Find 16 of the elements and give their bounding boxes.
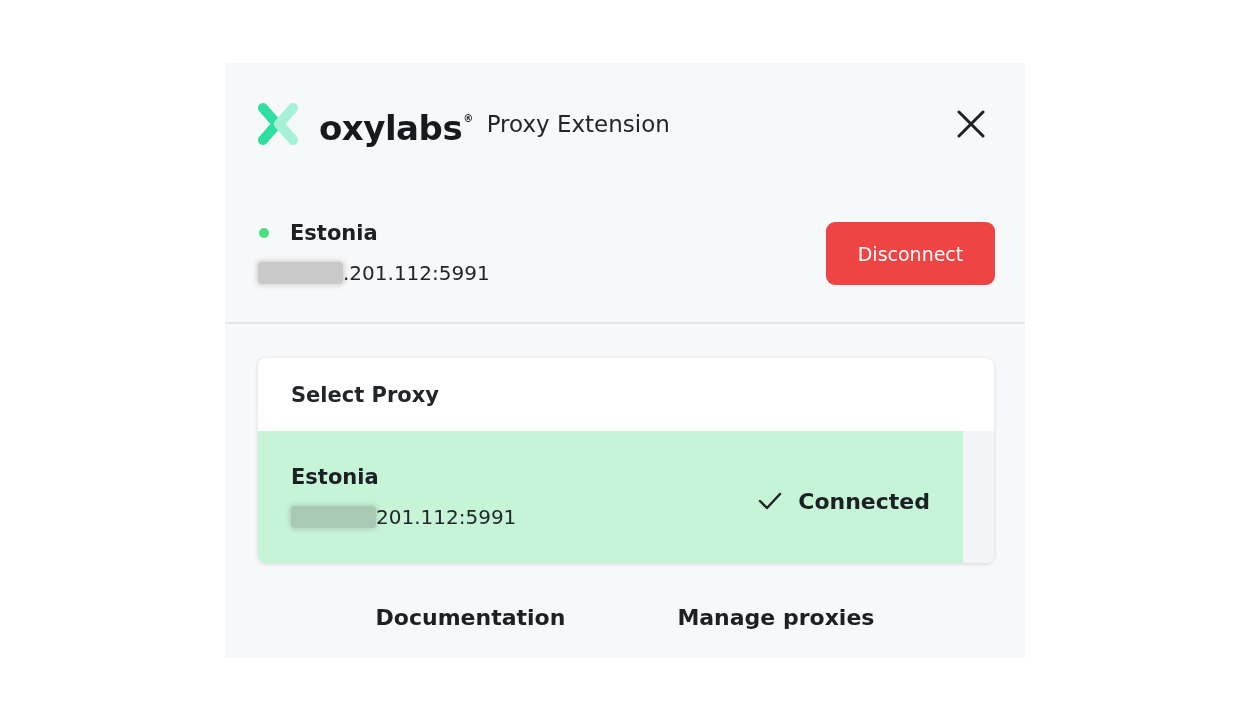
disconnect-button[interactable]: Disconnect [826, 222, 995, 285]
footer-link[interactable]: Manage proxies [677, 605, 875, 630]
proxy-name: Estonia [291, 464, 380, 490]
close-icon [957, 109, 985, 138]
brand-name: oxylabs$^{®}$ [319, 107, 473, 150]
proxy-address: 201.112:5991 [376, 504, 517, 530]
scrollbar-track[interactable] [963, 431, 994, 563]
location-name: Estonia [290, 220, 378, 246]
panel-title: Proxy Extension [486, 110, 670, 137]
proxy-row[interactable]: Estonia 201.112:5991 Connected [258, 431, 963, 563]
list-title: Select Proxy [291, 382, 439, 407]
footer-link[interactable]: Documentation [375, 605, 566, 630]
proxy-address: .201.112:5991 [343, 260, 490, 286]
logo-icon [257, 101, 299, 146]
connection-status: Connected [798, 488, 930, 514]
check-icon [758, 492, 783, 510]
